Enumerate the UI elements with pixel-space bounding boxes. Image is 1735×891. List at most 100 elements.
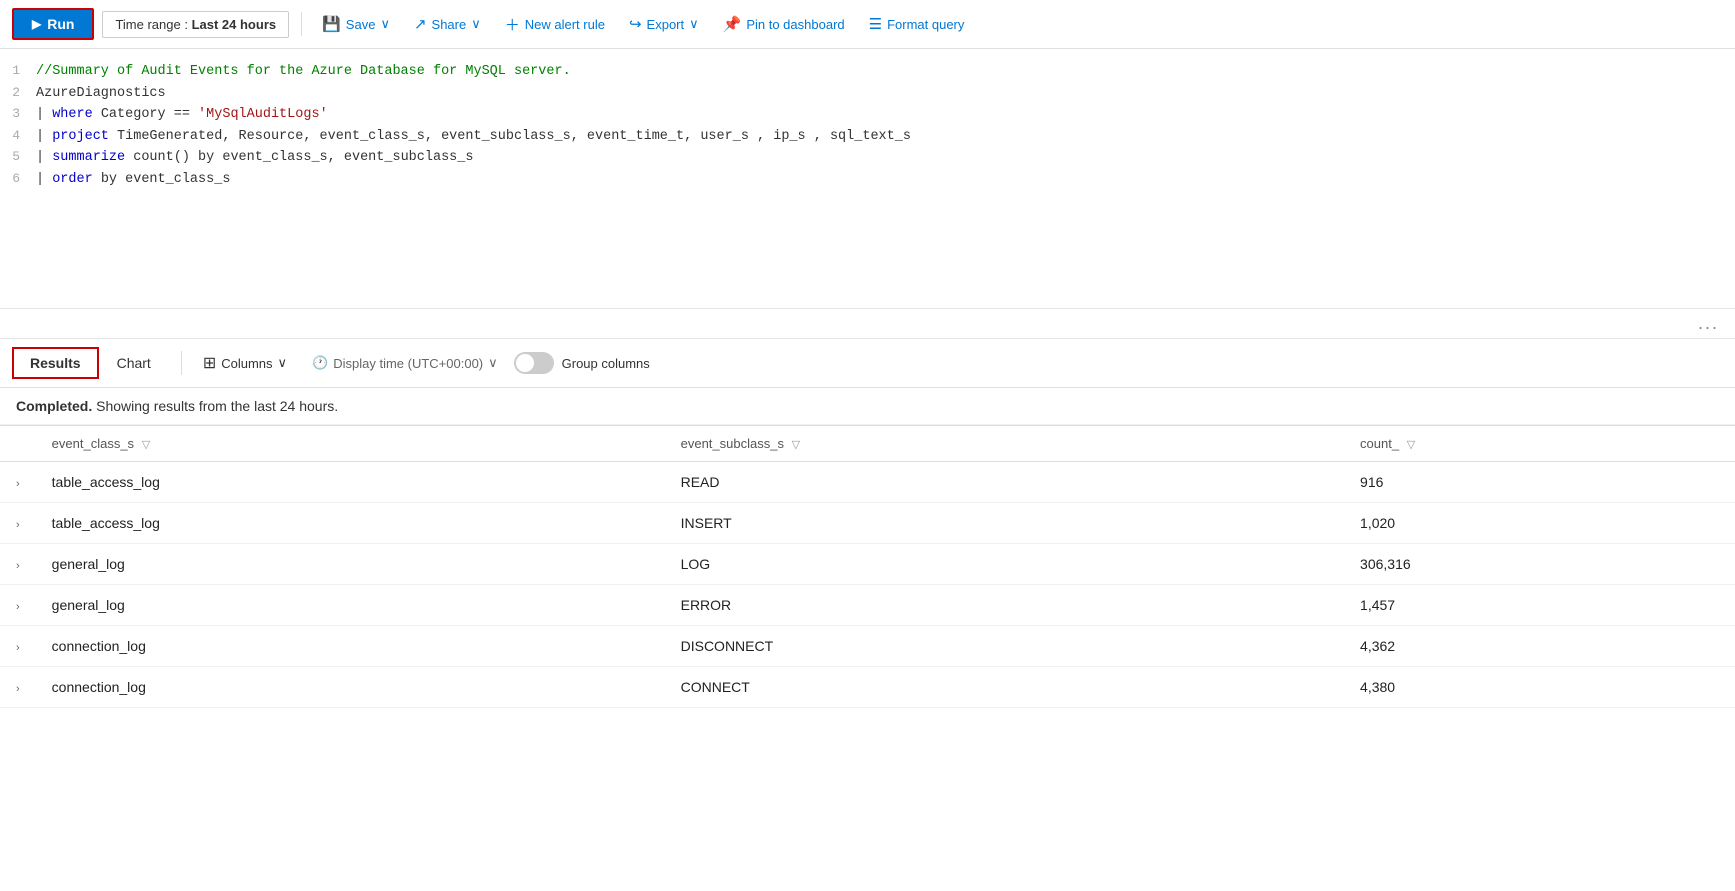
cell-count-2: 306,316 bbox=[1344, 544, 1735, 585]
cell-event-subclass-1: INSERT bbox=[665, 503, 1344, 544]
table-row[interactable]: › general_log LOG 306,316 bbox=[0, 544, 1735, 585]
status-completed: Completed. bbox=[16, 398, 92, 414]
code-line-5: 5 | summarize count() by event_class_s, … bbox=[0, 147, 1735, 169]
row-expand-1[interactable]: › bbox=[0, 503, 36, 544]
display-time-label: Display time (UTC+00:00) bbox=[333, 356, 483, 371]
line-num-3: 3 bbox=[0, 104, 36, 125]
table-header-event-subclass[interactable]: event_subclass_s ▽ bbox=[665, 426, 1344, 462]
more-menu-dots[interactable]: ... bbox=[0, 309, 1735, 339]
cell-event-subclass-2: LOG bbox=[665, 544, 1344, 585]
table-row[interactable]: › general_log ERROR 1,457 bbox=[0, 585, 1735, 626]
code-text-1: //Summary of Audit Events for the Azure … bbox=[36, 61, 571, 83]
dots-icon: ... bbox=[1698, 313, 1719, 333]
run-button[interactable]: ▶ Run bbox=[12, 8, 94, 40]
new-alert-label: New alert rule bbox=[525, 17, 605, 32]
code-text-2: AzureDiagnostics bbox=[36, 83, 166, 105]
toggle-switch[interactable] bbox=[514, 352, 554, 374]
results-sep-1 bbox=[181, 351, 182, 375]
filter-icon-count[interactable]: ▽ bbox=[1407, 439, 1415, 451]
export-chevron-icon: ∨ bbox=[689, 16, 699, 32]
cell-event-subclass-3: ERROR bbox=[665, 585, 1344, 626]
row-expand-5[interactable]: › bbox=[0, 667, 36, 708]
run-label: Run bbox=[47, 16, 74, 32]
table-row[interactable]: › connection_log CONNECT 4,380 bbox=[0, 667, 1735, 708]
results-toolbar: Results Chart ⊞ Columns ∨ 🕐 Display time… bbox=[0, 339, 1735, 388]
row-expand-2[interactable]: › bbox=[0, 544, 36, 585]
columns-button[interactable]: ⊞ Columns ∨ bbox=[194, 348, 296, 378]
status-message: Showing results from the last 24 hours. bbox=[96, 398, 338, 414]
results-table: event_class_s ▽ event_subclass_s ▽ count… bbox=[0, 425, 1735, 708]
share-label: Share bbox=[432, 17, 467, 32]
format-icon: ☰ bbox=[869, 15, 882, 33]
code-line-1: 1 //Summary of Audit Events for the Azur… bbox=[0, 61, 1735, 83]
cell-event-subclass-5: CONNECT bbox=[665, 667, 1344, 708]
export-label: Export bbox=[647, 17, 685, 32]
table-header-row: event_class_s ▽ event_subclass_s ▽ count… bbox=[0, 426, 1735, 462]
share-button[interactable]: ↗ Share ∨ bbox=[406, 10, 489, 38]
table-row[interactable]: › table_access_log READ 916 bbox=[0, 462, 1735, 503]
main-toolbar: ▶ Run Time range : Last 24 hours 💾 Save … bbox=[0, 0, 1735, 49]
tab-results-label: Results bbox=[30, 355, 81, 371]
cell-event-subclass-4: DISCONNECT bbox=[665, 626, 1344, 667]
pin-icon: 📌 bbox=[723, 15, 742, 33]
clock-icon: 🕐 bbox=[312, 355, 328, 371]
row-expand-0[interactable]: › bbox=[0, 462, 36, 503]
save-button[interactable]: 💾 Save ∨ bbox=[314, 10, 398, 38]
cell-event-class-3: general_log bbox=[36, 585, 665, 626]
chevron-right-icon: › bbox=[16, 519, 20, 531]
format-label: Format query bbox=[887, 17, 964, 32]
export-button[interactable]: ↪ Export ∨ bbox=[621, 10, 707, 38]
code-line-6: 6 | order by event_class_s bbox=[0, 169, 1735, 191]
share-chevron-icon: ∨ bbox=[471, 16, 481, 32]
group-columns-label: Group columns bbox=[562, 356, 650, 371]
pin-label: Pin to dashboard bbox=[746, 17, 844, 32]
code-text-6: | order by event_class_s bbox=[36, 169, 230, 191]
cell-count-0: 916 bbox=[1344, 462, 1735, 503]
time-range-value: Last 24 hours bbox=[192, 17, 277, 32]
filter-icon-event-class[interactable]: ▽ bbox=[142, 439, 150, 451]
tab-chart-label: Chart bbox=[117, 355, 151, 371]
row-expand-4[interactable]: › bbox=[0, 626, 36, 667]
line-num-4: 4 bbox=[0, 126, 36, 147]
line-num-6: 6 bbox=[0, 169, 36, 190]
chevron-right-icon: › bbox=[16, 601, 20, 613]
line-num-1: 1 bbox=[0, 61, 36, 82]
code-line-3: 3 | where Category == 'MySqlAuditLogs' bbox=[0, 104, 1735, 126]
table-header-count[interactable]: count_ ▽ bbox=[1344, 426, 1735, 462]
code-line-4: 4 | project TimeGenerated, Resource, eve… bbox=[0, 126, 1735, 148]
table-header-event-class[interactable]: event_class_s ▽ bbox=[36, 426, 665, 462]
cell-count-1: 1,020 bbox=[1344, 503, 1735, 544]
tab-chart[interactable]: Chart bbox=[99, 347, 169, 379]
alert-icon: ＋ bbox=[505, 14, 520, 35]
tab-results[interactable]: Results bbox=[12, 347, 99, 379]
display-time-button[interactable]: 🕐 Display time (UTC+00:00) ∨ bbox=[304, 351, 506, 375]
table-header-expand bbox=[0, 426, 36, 462]
line-num-5: 5 bbox=[0, 147, 36, 168]
share-icon: ↗ bbox=[414, 15, 427, 33]
time-range-button[interactable]: Time range : Last 24 hours bbox=[102, 11, 289, 38]
col-count-label: count_ bbox=[1360, 436, 1399, 451]
col-event-class-label: event_class_s bbox=[52, 436, 134, 451]
cell-event-class-2: general_log bbox=[36, 544, 665, 585]
display-time-chevron-icon: ∨ bbox=[488, 355, 498, 371]
pin-to-dashboard-button[interactable]: 📌 Pin to dashboard bbox=[715, 10, 853, 38]
cell-event-subclass-0: READ bbox=[665, 462, 1344, 503]
group-columns-toggle[interactable]: Group columns bbox=[514, 352, 650, 374]
row-expand-3[interactable]: › bbox=[0, 585, 36, 626]
play-icon: ▶ bbox=[32, 17, 41, 31]
save-label: Save bbox=[346, 17, 376, 32]
table-row[interactable]: › connection_log DISCONNECT 4,362 bbox=[0, 626, 1735, 667]
chevron-right-icon: › bbox=[16, 642, 20, 654]
new-alert-rule-button[interactable]: ＋ New alert rule bbox=[497, 9, 613, 40]
chevron-right-icon: › bbox=[16, 683, 20, 695]
code-editor[interactable]: 1 //Summary of Audit Events for the Azur… bbox=[0, 49, 1735, 309]
columns-grid-icon: ⊞ bbox=[203, 353, 216, 373]
format-query-button[interactable]: ☰ Format query bbox=[861, 10, 973, 38]
table-row[interactable]: › table_access_log INSERT 1,020 bbox=[0, 503, 1735, 544]
save-chevron-icon: ∨ bbox=[380, 16, 390, 32]
cell-count-3: 1,457 bbox=[1344, 585, 1735, 626]
export-icon: ↪ bbox=[629, 15, 642, 33]
toolbar-separator-1 bbox=[301, 12, 302, 36]
cell-event-class-5: connection_log bbox=[36, 667, 665, 708]
filter-icon-event-subclass[interactable]: ▽ bbox=[792, 439, 800, 451]
